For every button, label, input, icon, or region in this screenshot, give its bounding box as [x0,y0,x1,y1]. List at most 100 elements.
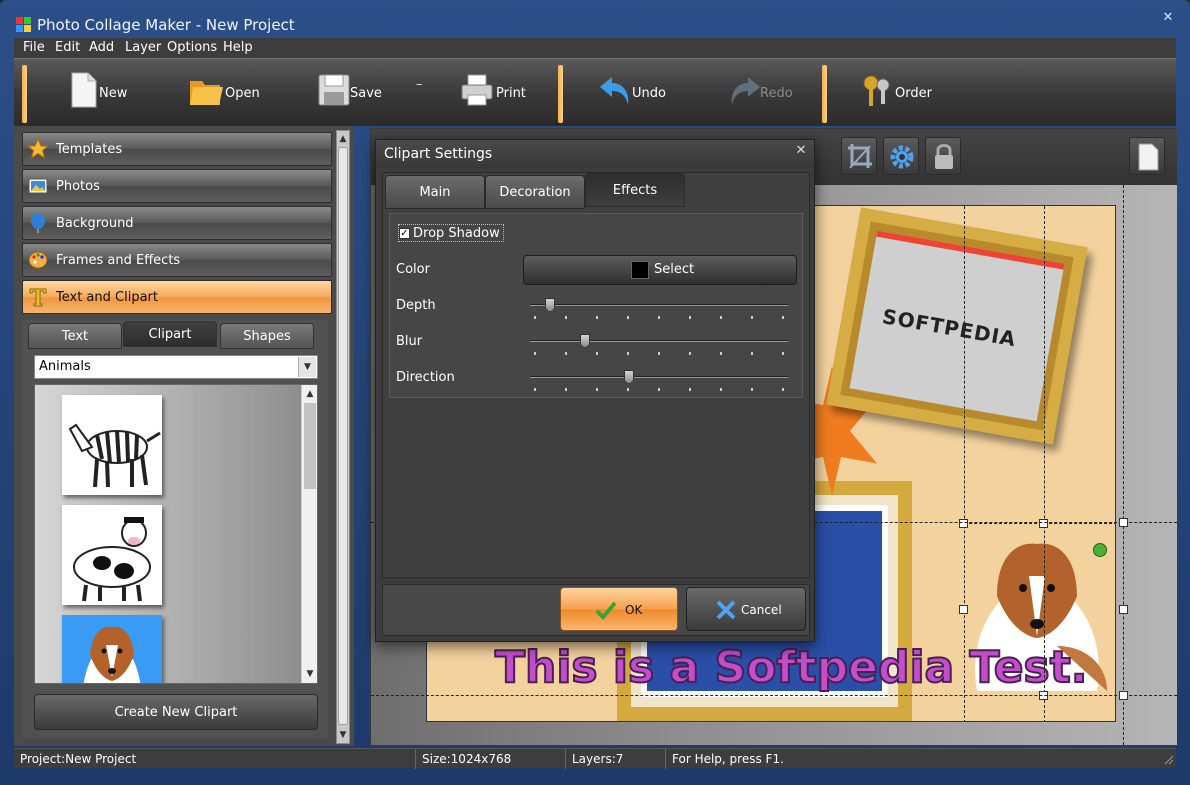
subtab-text[interactable]: Text [28,323,122,349]
page-icon [1138,143,1159,171]
resize-handle[interactable] [959,519,968,528]
slider-tick [565,352,567,355]
app-logo-icon [16,17,31,32]
left-panel-scrollbar[interactable]: ▲ ▼ [336,130,350,744]
category-text-and-clipart[interactable]: Text and Clipart [22,280,332,314]
ok-button[interactable]: OK [560,587,678,631]
tab-main[interactable]: Main [385,175,485,209]
slider-tick [658,352,660,355]
close-icon[interactable]: ✕ [793,143,809,159]
scroll-down-icon[interactable]: ▼ [337,728,349,742]
lock-tool-button[interactable] [925,137,961,175]
slider-tick [782,316,784,319]
resize-handle[interactable] [1119,605,1128,614]
slider-tick [596,316,598,319]
depth-slider[interactable] [530,298,788,324]
blur-slider[interactable] [530,334,788,360]
undo-arrow-icon [600,77,629,105]
window-close-icon[interactable]: ✕ [1160,10,1176,26]
slider-tick [627,352,629,355]
toolbar-separator [22,65,27,123]
canvas-caption-text[interactable]: This is a Softpedia Test. [494,641,1088,694]
save-button[interactable]: Save [316,69,396,119]
menu-help[interactable]: Help [223,40,253,55]
clipart-settings-dialog: Clipart Settings ✕ Main Decoration Effec… [375,139,815,642]
depth-label: Depth [396,298,436,313]
photo-icon [28,178,48,194]
floppy-disk-icon [318,74,350,106]
menu-bar: File Edit Add Layer Options Help [14,38,1176,58]
rotate-handle[interactable] [1093,543,1107,557]
menu-layer[interactable]: Layer [125,40,161,55]
clipart-list[interactable]: ▲ ▼ [34,384,318,684]
cancel-x-icon [716,600,736,620]
app-window: Photo Collage Maker - New Project ✕ File… [0,0,1190,785]
slider-tick [782,352,784,355]
resize-handle[interactable] [959,605,968,614]
chevron-down-icon[interactable]: ▼ [298,357,316,377]
new-document-icon [71,72,97,108]
subtab-shapes[interactable]: Shapes [220,323,314,349]
direction-slider[interactable] [530,370,788,396]
settings-tool-button[interactable] [883,137,919,175]
slider-tick [782,388,784,391]
scroll-down-icon[interactable]: ▼ [304,667,316,681]
slider-tick [596,352,598,355]
cancel-button[interactable]: Cancel [686,587,806,631]
text-t-icon [29,288,47,307]
crop-tool-button[interactable] [841,137,877,175]
color-select-button[interactable]: Select [523,255,797,285]
clipart-category-select[interactable]: Animals ▼ [34,355,318,379]
gear-icon [890,145,914,169]
tab-decoration[interactable]: Decoration [485,175,585,209]
open-button[interactable]: Open [188,69,278,119]
page-tool-button[interactable] [1129,137,1165,175]
menu-options[interactable]: Options [167,40,217,55]
clipart-subpanel: Text Clipart Shapes Animals ▼ ▲ ▼ Create… [22,320,328,738]
slider-handle[interactable] [580,334,590,348]
color-swatch [631,261,649,279]
slider-tick [720,388,722,391]
menu-file[interactable]: File [23,40,45,55]
category-background[interactable]: Background [22,206,332,240]
palette-icon [28,251,48,269]
dialog-body: Main Decoration Effects ✓ Drop Shadow Col… [382,172,810,578]
scroll-up-icon[interactable]: ▲ [304,387,316,401]
clipart-item-cow[interactable] [62,505,162,605]
save-dropdown-icon[interactable]: – [416,77,423,92]
menu-edit[interactable]: Edit [55,40,80,55]
category-photos[interactable]: Photos [22,169,332,203]
category-frames-and-effects[interactable]: Frames and Effects [22,243,332,277]
resize-handle[interactable] [1119,518,1128,527]
scrollbar-thumb[interactable] [304,403,316,489]
slider-tick [689,388,691,391]
checkmark-icon [595,601,617,620]
keys-icon [863,75,890,106]
slider-handle[interactable] [624,370,634,384]
new-button[interactable]: New [66,69,146,119]
photo-frame-top[interactable]: SOFTPEDIA [826,207,1088,445]
clipart-item-zebra[interactable] [62,395,162,495]
title-bar[interactable]: Photo Collage Maker - New Project ✕ [0,0,1190,38]
subtab-clipart[interactable]: Clipart [123,321,217,347]
menu-add[interactable]: Add [89,40,114,55]
print-button[interactable]: Print [460,69,540,119]
resize-grip-icon[interactable] [1162,753,1174,765]
category-templates[interactable]: Templates [22,132,332,166]
clipart-item-collie[interactable] [62,615,162,683]
scrollbar-thumb[interactable] [338,147,348,725]
dialog-title-bar[interactable]: Clipart Settings ✕ [376,140,814,168]
resize-handle[interactable] [1039,519,1048,528]
scroll-up-icon[interactable]: ▲ [337,132,349,146]
slider-tick [534,388,536,391]
redo-button[interactable]: Redo [726,69,806,119]
drop-shadow-checkbox[interactable]: ✓ Drop Shadow [398,224,504,242]
slider-handle[interactable] [545,298,555,312]
slider-tick [596,388,598,391]
undo-button[interactable]: Undo [598,69,678,119]
resize-handle[interactable] [1119,691,1128,700]
order-button[interactable]: Order [860,69,950,119]
create-new-clipart-button[interactable]: Create New Clipart [34,694,318,730]
tab-effects[interactable]: Effects [585,173,685,207]
clipart-scrollbar[interactable]: ▲ ▼ [301,385,317,683]
